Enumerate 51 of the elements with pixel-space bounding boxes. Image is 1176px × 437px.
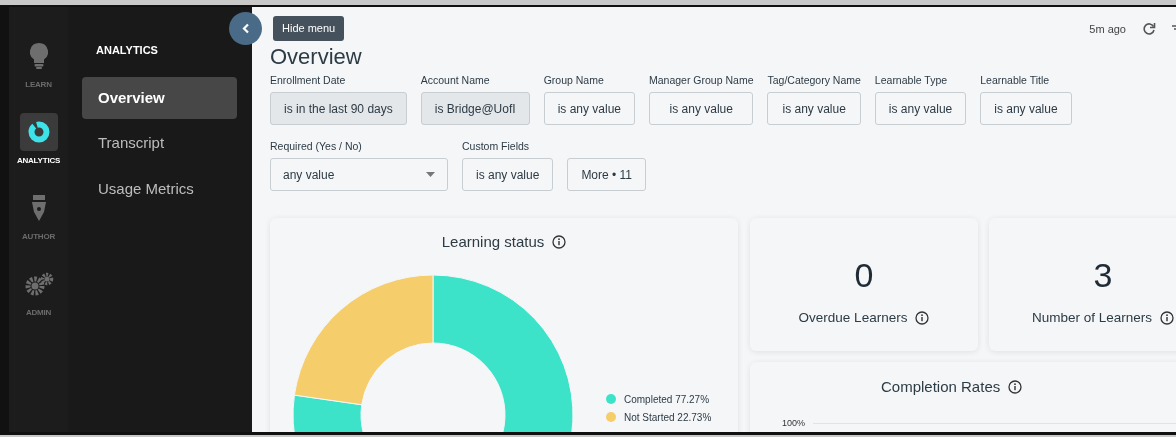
updated-time: 5m ago — [1089, 22, 1126, 37]
filter-label: Enrollment Date — [270, 73, 347, 88]
rail-label: AUTHOR — [22, 231, 55, 243]
rail-button[interactable] — [19, 113, 58, 151]
chart-title: Completion Rates — [881, 377, 1001, 398]
pen-nib-icon — [29, 195, 48, 221]
filter-label: Custom Fields — [462, 139, 531, 154]
filter-label: Group Name — [543, 73, 605, 88]
nav-heading: ANALYTICS — [96, 43, 158, 58]
lightbulb-icon — [29, 43, 48, 69]
filter-label: Learnable Type — [874, 73, 949, 88]
axis-label: 100% — [782, 416, 806, 430]
nav-item[interactable]: Usage Metrics — [82, 167, 237, 210]
filter-label: Learnable Title — [980, 73, 1051, 88]
info-icon[interactable] — [1008, 380, 1023, 395]
donut-chart-icon — [27, 121, 50, 143]
filter-chip[interactable]: is any value — [543, 92, 635, 126]
nav-item[interactable]: Overview — [82, 76, 237, 119]
chart-title: Learning status — [441, 232, 545, 253]
chevron-left-icon — [241, 23, 250, 34]
caret-icon — [426, 172, 435, 178]
filter-chip[interactable]: is any value — [874, 92, 967, 126]
legend-label: Not Started 22.73% — [624, 410, 712, 425]
info-icon[interactable] — [552, 235, 567, 250]
more-filters-button[interactable]: More • 11 — [567, 158, 647, 192]
stat-label: Number of Learners — [1031, 309, 1153, 328]
filter-chip[interactable]: is Bridge@UofI — [420, 92, 530, 126]
refresh-icon[interactable] — [1142, 22, 1156, 37]
nav-item[interactable]: Transcript — [82, 122, 237, 165]
info-icon[interactable] — [915, 311, 930, 326]
filter-chip[interactable]: is in the last 90 days — [270, 92, 407, 126]
legend-label: Completed 77.27% — [624, 392, 710, 407]
filter-chip[interactable]: is any value — [649, 92, 754, 126]
page-title: Overview — [270, 45, 362, 70]
rail-label: ADMIN — [25, 307, 52, 319]
rail-label: LEARN — [25, 79, 52, 91]
stat-value: 0 — [854, 258, 874, 293]
filter-label: Required (Yes / No) — [270, 139, 363, 154]
stat-label: Overdue Learners — [798, 309, 908, 328]
filter-chip[interactable]: is any value — [767, 92, 861, 126]
filter-dropdown[interactable]: any value — [270, 158, 448, 192]
filter-label: Account Name — [420, 73, 491, 88]
filter-chip[interactable]: is any value — [980, 92, 1072, 126]
tooltip: Hide menu — [273, 16, 345, 41]
filter-chip[interactable]: is any value — [462, 158, 554, 192]
rail-label: ANALYTICS — [16, 155, 61, 167]
info-icon[interactable] — [1160, 311, 1175, 326]
gears-icon — [23, 272, 54, 296]
filter-label: Manager Group Name — [649, 73, 754, 88]
filter-label: Tag/Category Name — [767, 73, 861, 88]
stat-value: 3 — [1093, 258, 1113, 293]
